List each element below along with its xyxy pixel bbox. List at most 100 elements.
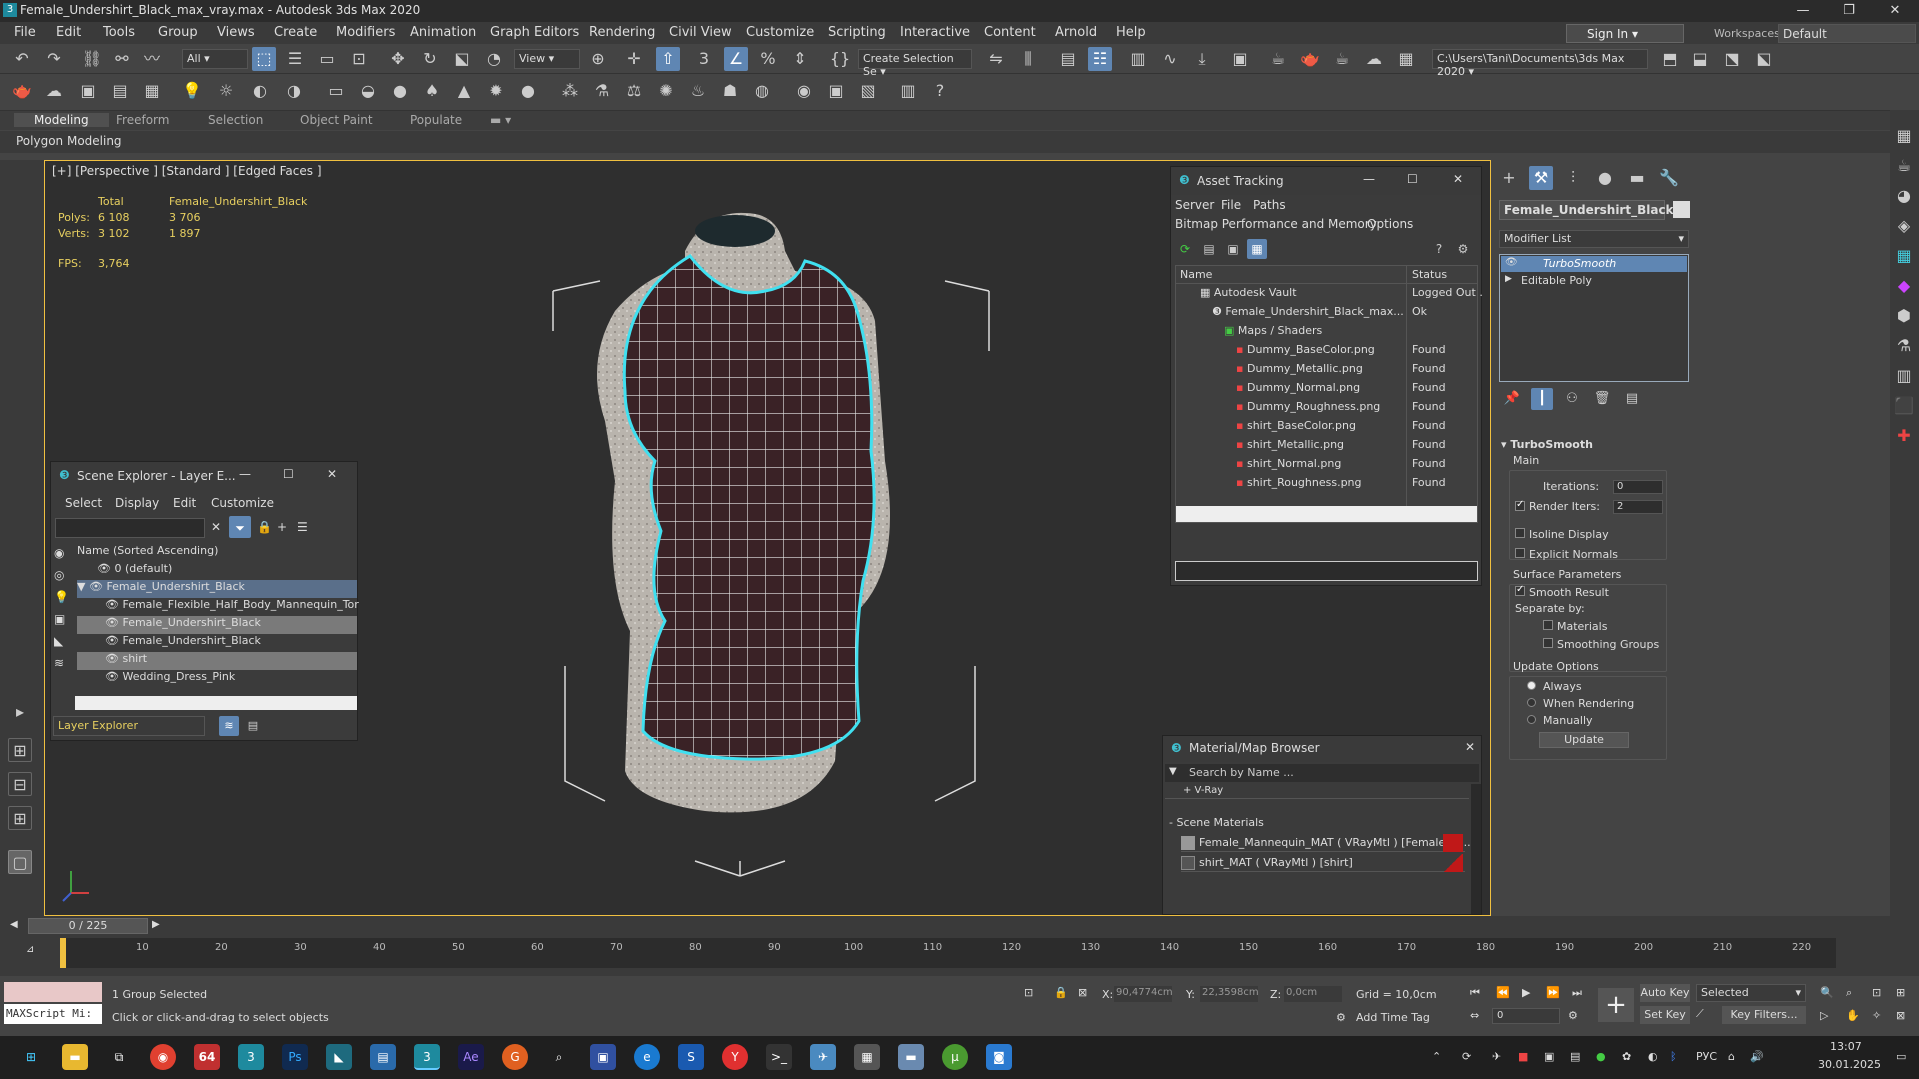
goto-end-icon[interactable]: ⏭ [1572, 986, 1582, 1000]
zoom-extents-icon[interactable]: ⊡ [1872, 986, 1881, 999]
se-menu-select[interactable]: Select [65, 496, 102, 510]
vray-settings-icon[interactable]: ▥ [896, 79, 920, 103]
visibility-eye-icon[interactable]: 👁 [105, 598, 119, 611]
hierarchy-mode-icon[interactable]: ▤ [243, 716, 263, 736]
vray-proxy-icon[interactable]: ⁂ [558, 79, 582, 103]
pan-icon[interactable]: ✋ [1846, 1009, 1860, 1022]
se-display-shapes-icon[interactable]: ◎ [54, 568, 64, 582]
tray-sync-icon[interactable]: ⟳ [1462, 1050, 1471, 1063]
set-key-button[interactable]: Set Key [1640, 1006, 1690, 1024]
project-icon-2[interactable]: ⬓ [1688, 47, 1712, 71]
grid-icon[interactable]: ▦ [140, 79, 164, 103]
vray-ambient-icon[interactable]: ● [516, 79, 540, 103]
render-iters-checkbox[interactable] [1515, 499, 1525, 511]
after-effects-icon[interactable]: Ae [458, 1044, 484, 1070]
tree-row[interactable]: 👁 shirt [77, 652, 357, 670]
se-clear-icon[interactable]: ✕ [211, 520, 221, 534]
tree-row[interactable]: ▼ 👁 Female_Undershirt_Black [77, 580, 357, 598]
file-explorer-icon[interactable]: ▬ [62, 1044, 88, 1070]
asset-row[interactable]: ▪ Dummy_Roughness.png [1236, 400, 1380, 418]
remove-modifier-icon[interactable]: 🗑 [1591, 388, 1613, 410]
viewport-layout-3-icon[interactable]: ⊞ [8, 806, 32, 830]
mirror-icon[interactable]: ⇋ [984, 47, 1008, 71]
menu-scripting[interactable]: Scripting [828, 25, 886, 40]
key-mode-icon[interactable]: ⇔ [1470, 1009, 1479, 1022]
se-display-cameras-icon[interactable]: ▣ [54, 612, 65, 626]
tab-modeling[interactable]: Modeling [14, 113, 109, 127]
absolute-mode-icon[interactable]: ⊠ [1078, 986, 1087, 999]
selection-lock-icon[interactable]: 🔒 [1054, 986, 1068, 999]
menu-animation[interactable]: Animation [410, 25, 476, 40]
vray-decal-icon[interactable]: ☗ [718, 79, 742, 103]
undo-icon[interactable]: ↶ [10, 47, 34, 71]
vray-clipper-icon[interactable]: ◍ [750, 79, 774, 103]
app-icon-2[interactable]: ◣ [326, 1044, 352, 1070]
vray-tool-5-icon[interactable]: ◆ [1892, 274, 1916, 298]
viewport-label[interactable]: [+] [Perspective ] [Standard ] [Edged Fa… [52, 164, 322, 178]
maximize-viewport-icon[interactable]: ⊠ [1896, 1009, 1905, 1022]
se-filter-icon[interactable]: ⏷ [229, 516, 251, 538]
schematic-view-icon[interactable]: ⤓ [1190, 47, 1214, 71]
rollout-title[interactable]: ▾ TurboSmooth [1501, 438, 1593, 451]
current-frame-marker[interactable] [60, 938, 66, 968]
teapot-icon[interactable]: 🫖 [10, 79, 34, 103]
orbit-icon[interactable]: ✧ [1872, 1009, 1881, 1022]
scene-explorer-close-icon[interactable]: ✕ [327, 467, 337, 481]
camera-app-icon[interactable]: ◙ [986, 1044, 1012, 1070]
asset-row[interactable]: ▪ Dummy_Metallic.png [1236, 362, 1363, 380]
tab-populate[interactable]: Populate [410, 113, 462, 127]
scene-explorer-titlebar[interactable]: ❸ Scene Explorer - Layer E... — ☐ ✕ [51, 462, 357, 490]
vray-tool-8-icon[interactable]: ▥ [1892, 364, 1916, 388]
polygon-modeling-label[interactable]: Polygon Modeling [16, 134, 122, 148]
reference-coordinate-dropdown[interactable]: View ▾ [514, 49, 580, 69]
chrome-icon[interactable]: ◉ [150, 1044, 176, 1070]
visibility-eye-icon[interactable]: 👁 [105, 652, 119, 665]
vray-tool-2-icon[interactable]: ◕ [1892, 184, 1916, 208]
menu-tools[interactable]: Tools [103, 25, 135, 40]
se-menu-display[interactable]: Display [115, 496, 159, 510]
redo-icon[interactable]: ↷ [42, 47, 66, 71]
at-table-icon[interactable]: ▦ [1247, 239, 1267, 259]
tray-telegram-icon[interactable]: ✈ [1492, 1050, 1501, 1063]
terminal-icon[interactable]: >_ [766, 1044, 792, 1070]
at-settings-icon[interactable]: ⚙ [1453, 239, 1473, 259]
edge-icon[interactable]: e [634, 1044, 660, 1070]
visibility-eye-icon[interactable]: 👁 [89, 580, 103, 593]
asset-path-field[interactable] [1175, 561, 1478, 581]
vray-tool-1-icon[interactable]: ☕ [1892, 154, 1916, 178]
windows-start-icon[interactable]: ⊞ [18, 1044, 44, 1070]
menu-views[interactable]: Views [217, 25, 255, 40]
asset-row[interactable]: ▪ shirt_Metallic.png [1236, 438, 1344, 456]
notifications-icon[interactable]: ▭ [1896, 1050, 1906, 1063]
render-gallery-icon[interactable]: ▦ [1394, 47, 1418, 71]
menu-civil-view[interactable]: Civil View [669, 25, 732, 40]
telegram-tb-icon[interactable]: ✈ [810, 1044, 836, 1070]
keyboard-shortcut-override-icon[interactable]: ⇧ [656, 47, 680, 71]
object-name-field[interactable]: Female_Undershirt_Black [1499, 200, 1674, 220]
maximize-button[interactable]: ❐ [1826, 0, 1872, 22]
material-editor-icon[interactable]: ▣ [1228, 47, 1252, 71]
notepad-icon[interactable]: ▤ [370, 1044, 396, 1070]
snaps-toggle-icon[interactable]: 3 [692, 47, 716, 71]
explorer-type-dropdown[interactable]: Layer Explorer [53, 716, 205, 736]
col-status[interactable]: Status [1412, 268, 1447, 286]
smooth-result-checkbox[interactable] [1515, 584, 1525, 596]
vray-ies-icon[interactable]: ◑ [282, 79, 306, 103]
modifier-stack-item[interactable]: ▶ Editable Poly [1501, 273, 1687, 289]
angle-snap-icon[interactable]: ∠ [724, 47, 748, 71]
materials-checkbox[interactable] [1543, 620, 1553, 630]
iterations-spinner[interactable]: 0 [1613, 480, 1663, 494]
named-selection-dropdown[interactable]: Create Selection Se ▾ [858, 49, 972, 78]
vray-tool-4-icon[interactable]: ▦ [1892, 244, 1916, 268]
key-mode-toggle-icon[interactable]: ⟋ [1696, 1007, 1704, 1021]
always-radio[interactable] [1527, 681, 1536, 690]
asset-row[interactable]: ▦ Autodesk Vault [1200, 286, 1297, 304]
tab-object-paint[interactable]: Object Paint [300, 113, 373, 127]
vray-plane-object-icon[interactable]: ⚖ [622, 79, 646, 103]
se-menu-customize[interactable]: Customize [211, 496, 274, 510]
se-search-input[interactable] [55, 518, 205, 538]
scene-explorer-toggle-icon[interactable]: ▤ [1056, 47, 1080, 71]
current-frame-field[interactable]: 0 [1492, 1008, 1560, 1024]
expand-icon[interactable]: ▶ [1505, 274, 1512, 284]
search-app-icon[interactable]: ⌕ [546, 1044, 572, 1070]
